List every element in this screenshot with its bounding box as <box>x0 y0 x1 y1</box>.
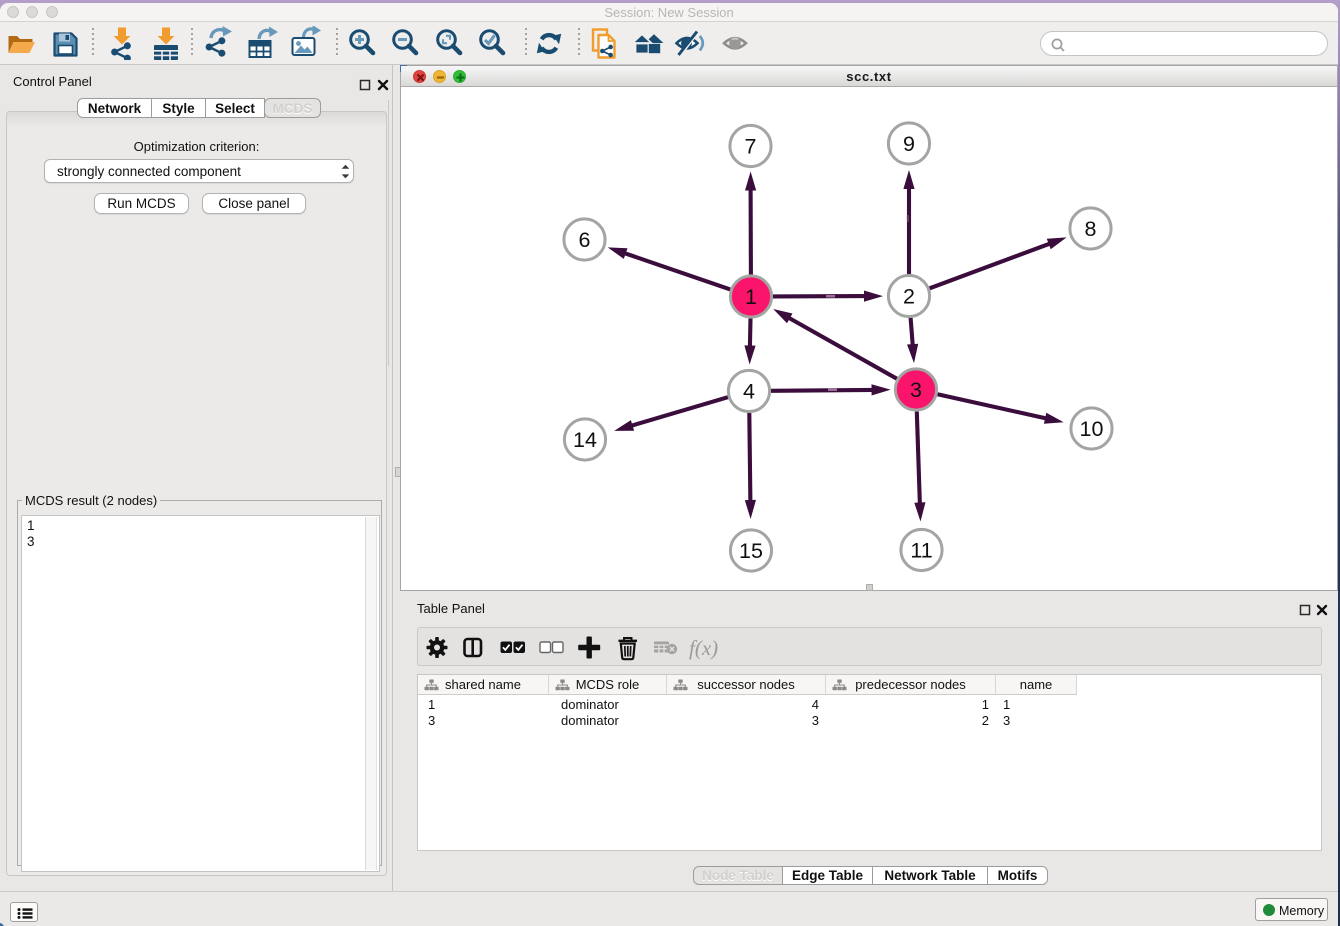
svg-text:6: 6 <box>579 228 591 252</box>
svg-text:14: 14 <box>573 428 597 452</box>
svg-text:11: 11 <box>910 538 932 562</box>
svg-text:7: 7 <box>745 134 757 158</box>
svg-text:15: 15 <box>739 539 763 563</box>
svg-text:4: 4 <box>743 379 755 403</box>
svg-text:8: 8 <box>1085 217 1097 241</box>
svg-text:9: 9 <box>903 132 915 156</box>
svg-text:2: 2 <box>903 284 915 308</box>
svg-text:3: 3 <box>910 378 922 402</box>
svg-text:f(x): f(x) <box>689 636 718 660</box>
svg-text:1: 1 <box>745 285 757 309</box>
svg-text:10: 10 <box>1080 417 1104 441</box>
